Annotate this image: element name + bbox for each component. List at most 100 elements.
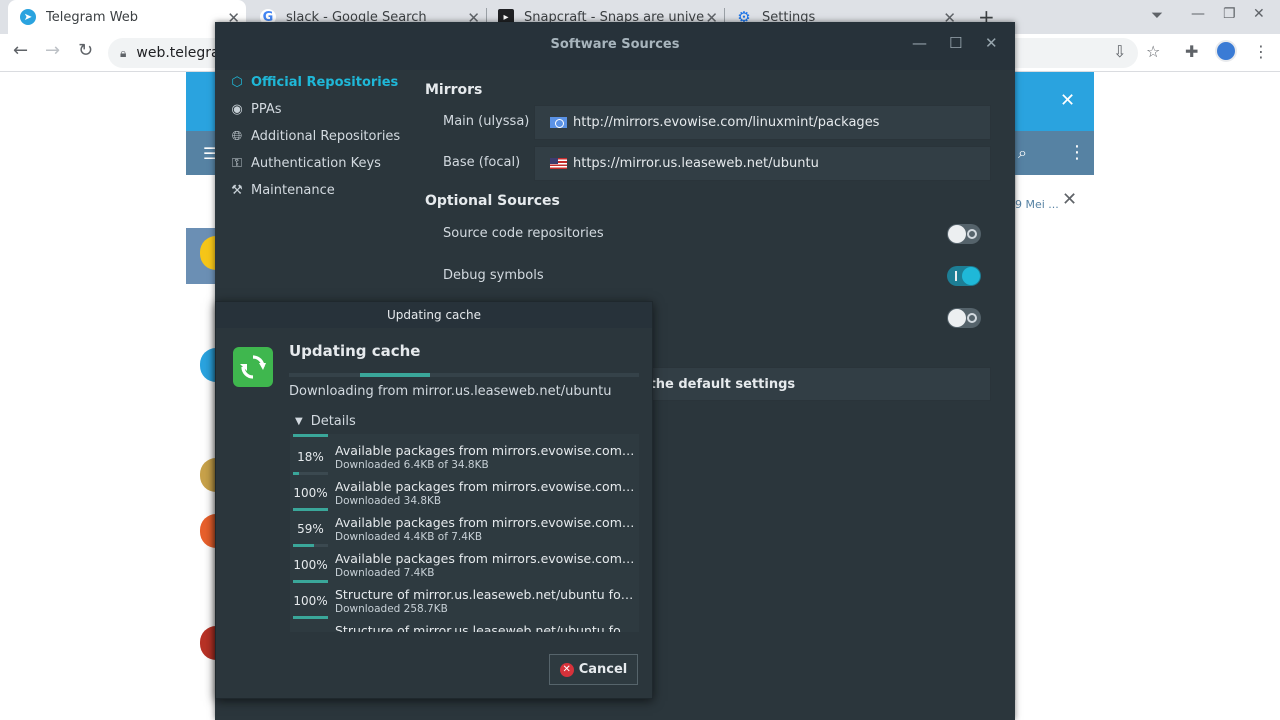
ppa-icon: ◉: [231, 102, 243, 117]
chat-date: 9 Mei ...: [1015, 198, 1059, 211]
extensions-icon[interactable]: ✚: [1185, 42, 1198, 61]
sidebar-item-label: Maintenance: [251, 183, 335, 198]
sidebar-item-official-repositories[interactable]: ⬡ Official Repositories: [229, 75, 398, 90]
progress-fill: [293, 544, 314, 547]
tools-icon: ⚒: [231, 183, 243, 198]
item-progress-bar: [293, 616, 328, 619]
source-code-label: Source code repositories: [443, 226, 604, 241]
triangle-down-icon: ▼: [295, 416, 303, 427]
package-icon: ⬡: [231, 75, 243, 90]
progress-fill: [360, 373, 430, 377]
toggle-knob: [948, 225, 966, 243]
maximize-icon[interactable]: ❐: [1223, 6, 1236, 22]
sidebar-item-additional-repositories[interactable]: 🌐︎ Additional Repositories: [229, 129, 400, 144]
toggle-off-mark: [967, 313, 977, 323]
key-icon: ⚿: [232, 156, 242, 171]
forward-icon[interactable]: →: [45, 40, 60, 61]
tab-search-icon[interactable]: ⏷: [1151, 6, 1163, 24]
details-expander[interactable]: ▼ Details: [295, 414, 356, 429]
mirrors-heading: Mirrors: [425, 82, 483, 98]
item-sub: Downloaded 4.4KB of 7.4KB: [335, 531, 483, 543]
window-title: Software Sources: [550, 37, 680, 52]
sidebar-item-label: Additional Repositories: [251, 129, 401, 144]
item-progress-bar: [293, 544, 328, 547]
source-code-toggle[interactable]: [947, 224, 981, 244]
item-sub: Downloaded 7.4KB: [335, 567, 435, 579]
tab-title: Telegram Web: [46, 9, 139, 25]
item-name: Available packages from mirrors.evowise.…: [335, 479, 635, 494]
main-mirror-label: Main (ulyssa): [443, 114, 530, 129]
us-flag-icon: [550, 158, 567, 169]
toggle-knob: [962, 267, 980, 285]
minimize-icon[interactable]: —: [1191, 6, 1205, 22]
bookmark-star-icon[interactable]: ☆: [1146, 42, 1160, 61]
percent-label: 100%: [293, 594, 328, 608]
item-sub: Downloaded 258.7KB: [335, 603, 448, 615]
profile-avatar[interactable]: [1215, 40, 1237, 62]
optional-sources-heading: Optional Sources: [425, 193, 560, 209]
item-name: Available packages from mirrors.evowise.…: [335, 443, 635, 458]
status-text: Downloading from mirror.us.leaseweb.net/…: [289, 384, 612, 399]
chat-panel: [1015, 175, 1094, 700]
list-item: 100% Structure of mirror.us.leaseweb.net/…: [290, 584, 639, 620]
list-item: 100% Available packages from mirrors.evow…: [290, 548, 639, 584]
item-name: Structure of mirror.us.leaseweb.net/ubun…: [335, 587, 635, 602]
close-icon[interactable]: ✕: [985, 34, 998, 52]
sidebar-item-label: PPAs: [251, 102, 282, 117]
list-item: 59% Available packages from mirrors.evowi…: [290, 512, 639, 548]
tab-telegram-web[interactable]: ➤ Telegram Web ✕: [8, 0, 246, 34]
item-progress-bar: [293, 508, 328, 511]
dialog-heading: Updating cache: [289, 342, 421, 360]
close-icon[interactable]: ✕: [1062, 189, 1077, 210]
progress-fill: [293, 434, 328, 437]
debug-symbols-toggle[interactable]: [947, 266, 981, 286]
item-name: Available packages from mirrors.evowise.…: [335, 515, 635, 530]
sidebar-item-ppas[interactable]: ◉ PPAs: [229, 102, 282, 117]
progress-fill: [293, 508, 328, 511]
close-icon[interactable]: ✕: [1060, 90, 1075, 111]
list-item: 100% Available packages from mirrors.evow…: [290, 476, 639, 512]
base-mirror-button[interactable]: https://mirror.us.leaseweb.net/ubuntu: [534, 146, 991, 181]
toggle-off-mark: [967, 229, 977, 239]
reload-icon[interactable]: ↻: [78, 40, 93, 61]
overall-progress-bar: [289, 373, 639, 377]
progress-box: 100%: [291, 476, 330, 512]
sidebar-item-authentication-keys[interactable]: ⚿ Authentication Keys: [229, 156, 381, 171]
refresh-icon: [233, 347, 273, 387]
toggle-on-mark: [955, 271, 957, 281]
percent-label: 100%: [293, 486, 328, 500]
search-icon[interactable]: ⌕: [1018, 143, 1027, 163]
more-icon[interactable]: ⋮: [1068, 142, 1086, 163]
maximize-icon[interactable]: ☐: [949, 34, 962, 52]
download-list[interactable]: 18% Available packages from mirrors.evowi…: [290, 434, 639, 632]
close-window-icon[interactable]: ✕: [1253, 6, 1265, 22]
progress-box: 100%: [291, 584, 330, 620]
browser-menu-icon[interactable]: ⋮: [1253, 42, 1269, 61]
progress-box: 59%: [291, 512, 330, 548]
cancel-label: Cancel: [578, 662, 628, 677]
list-item: Structure of mirror.us.leaseweb.net/ubun…: [290, 620, 639, 632]
progress-fill: [293, 472, 300, 475]
cancel-button[interactable]: ✕ Cancel: [549, 654, 638, 685]
mirror-url: http://mirrors.evowise.com/linuxmint/pac…: [573, 115, 880, 130]
progress-box: 100%: [291, 548, 330, 584]
minimize-icon[interactable]: —: [912, 34, 927, 52]
back-icon[interactable]: ←: [13, 40, 28, 61]
optional-source-toggle[interactable]: [947, 308, 981, 328]
progress-fill: [293, 580, 328, 583]
details-label: Details: [310, 414, 356, 429]
percent-label: 18%: [297, 450, 324, 464]
sidebar-item-maintenance[interactable]: ⚒ Maintenance: [229, 183, 335, 198]
progress-fill: [293, 616, 328, 619]
window-titlebar: Software Sources — ☐ ✕: [215, 22, 1015, 70]
install-app-icon[interactable]: ⇩: [1113, 42, 1126, 61]
dialog-title: Updating cache: [387, 308, 481, 322]
main-mirror-button[interactable]: http://mirrors.evowise.com/linuxmint/pac…: [534, 105, 991, 140]
percent-label: 100%: [293, 558, 328, 572]
lock-icon: 🔒︎: [120, 45, 127, 60]
item-name: Available packages from mirrors.evowise.…: [335, 551, 635, 566]
item-sub: Downloaded 6.4KB of 34.8KB: [335, 459, 489, 471]
telegram-icon: ➤: [20, 9, 36, 25]
updating-cache-dialog: Updating cache Updating cache Downloadin…: [215, 301, 653, 699]
globe-icon: 🌐︎: [231, 129, 243, 144]
